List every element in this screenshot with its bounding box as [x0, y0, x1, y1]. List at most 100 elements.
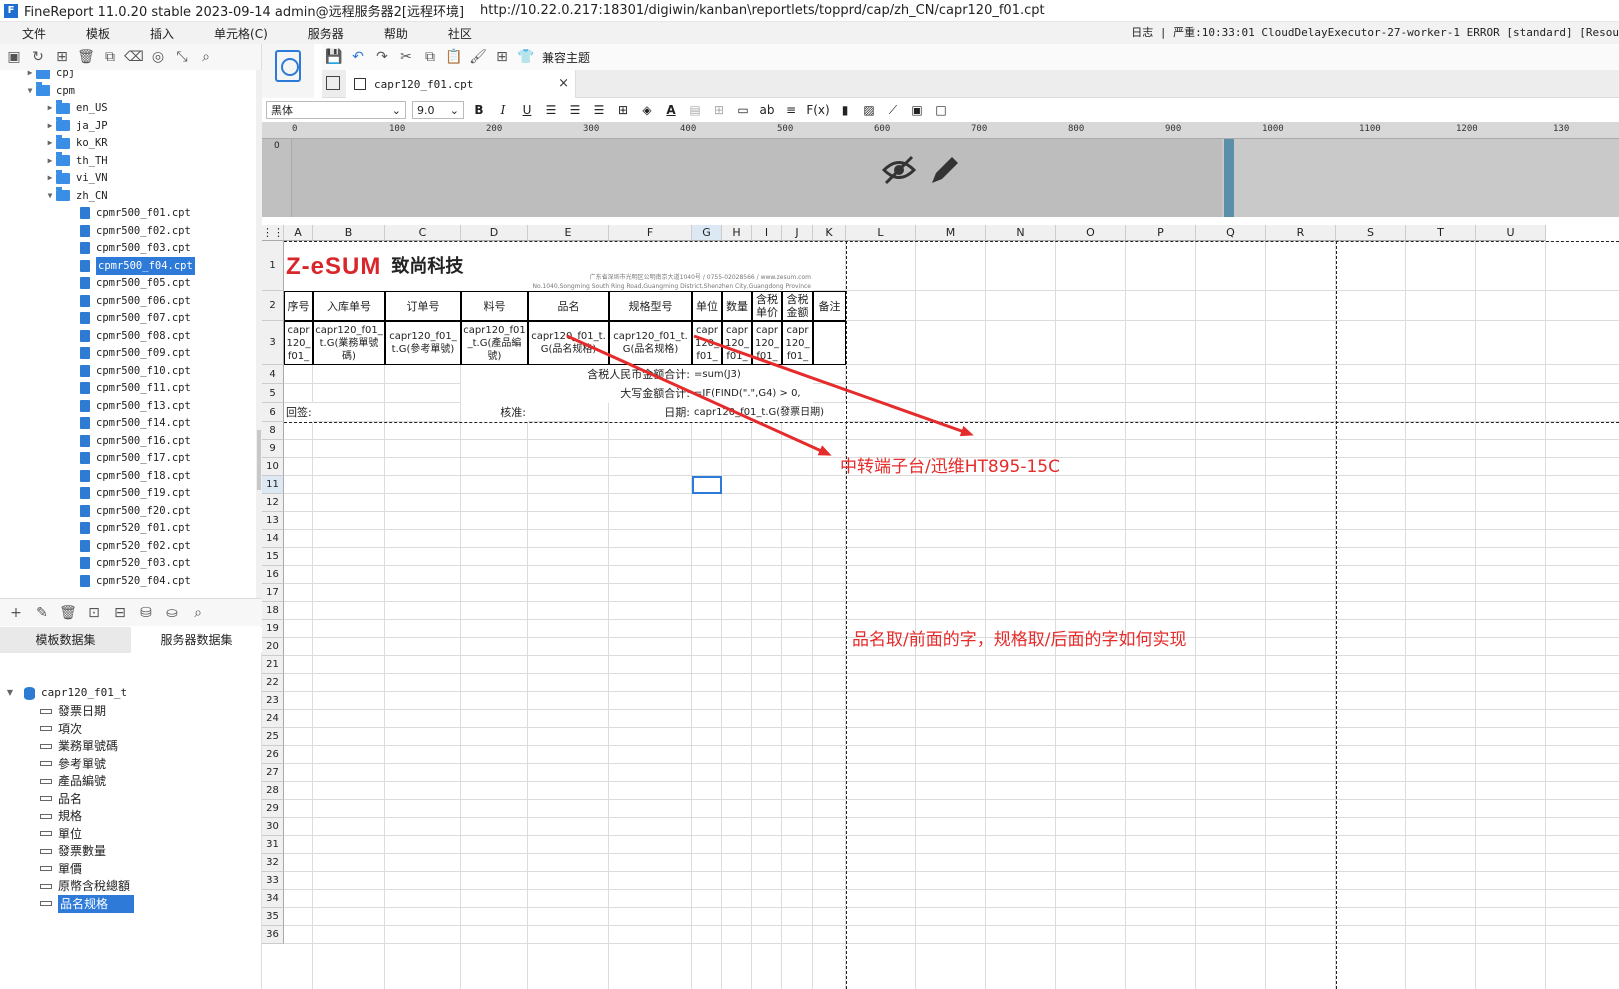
cut-icon[interactable]: ✂ [398, 49, 414, 65]
row-header[interactable]: 35 [262, 908, 284, 926]
column-header[interactable]: H [722, 225, 752, 241]
row-header[interactable]: 14 [262, 530, 284, 548]
column-title-cell[interactable]: 含税单价 [752, 291, 782, 321]
selected-cell[interactable] [692, 476, 722, 494]
menu-help[interactable]: 帮助 [362, 25, 426, 42]
row-header[interactable]: 23 [262, 692, 284, 710]
tree-file[interactable]: cpmr500_f05.cpt [80, 274, 191, 292]
column-header[interactable]: T [1406, 225, 1476, 241]
column-title-cell[interactable]: 品名 [528, 291, 609, 321]
row-header[interactable]: 32 [262, 854, 284, 872]
row-header[interactable]: 18 [262, 602, 284, 620]
font-color-icon[interactable]: A [662, 103, 680, 117]
tree-file[interactable]: cpmr520_f01.cpt [80, 519, 191, 537]
column-header[interactable]: K [813, 225, 846, 241]
tree-folder[interactable]: ▶ th_TH [44, 152, 108, 170]
dataset-field[interactable]: 單價 [40, 860, 82, 878]
menu-insert[interactable]: 插入 [128, 25, 192, 42]
formula-button[interactable]: F(x) [806, 103, 830, 117]
row-header[interactable]: 27 [262, 764, 284, 782]
dataset-field[interactable]: 單位 [40, 825, 82, 843]
tree-file[interactable]: cpmr500_f16.cpt [80, 432, 191, 450]
fill-color-icon[interactable]: ◈ [638, 103, 656, 117]
sign-label[interactable]: 回签: [284, 403, 313, 422]
row-header[interactable]: 10 [262, 458, 284, 476]
preview-icon[interactable]: ⊡ [86, 605, 102, 621]
align-center-icon[interactable]: ☰ [566, 103, 584, 117]
insert-text-icon[interactable]: ▭ [734, 103, 752, 117]
column-title-cell[interactable]: 料号 [461, 291, 528, 321]
data-cell[interactable]: capr120_f01_ [752, 321, 782, 365]
tree-folder[interactable]: ▶ en_US [44, 99, 108, 117]
column-header[interactable]: G [692, 225, 722, 241]
database-icon[interactable]: ⛁ [138, 605, 154, 621]
row-header[interactable]: 33 [262, 872, 284, 890]
hide-and-edit-icons[interactable] [882, 153, 962, 187]
data-cell[interactable]: capr120_f01_ [692, 321, 722, 365]
data-cell[interactable]: capr120_f01_ [722, 321, 752, 365]
parameter-canvas[interactable] [292, 139, 1222, 217]
row-header[interactable]: 21 [262, 656, 284, 674]
subreport-icon[interactable]: ▣ [908, 103, 926, 117]
align-left-icon[interactable]: ☰ [542, 103, 560, 117]
tab-template-datasets[interactable]: 模板数据集 [0, 627, 131, 653]
grid-icon[interactable] [326, 76, 340, 90]
font-select[interactable]: 黑体 ⌄ [266, 101, 406, 119]
data-cell[interactable]: capr120_f01_ [782, 321, 813, 365]
row-header[interactable]: 15 [262, 548, 284, 566]
data-cell-remark[interactable] [813, 321, 846, 365]
row-header[interactable]: 16 [262, 566, 284, 584]
redo-icon[interactable]: ↷ [374, 49, 390, 65]
menu-template[interactable]: 模板 [64, 25, 128, 42]
dataset-field[interactable]: 產品編號 [40, 772, 106, 790]
column-header[interactable]: N [986, 225, 1056, 241]
column-header[interactable]: D [461, 225, 528, 241]
border-style-icon[interactable]: □ [932, 103, 950, 117]
approve-label[interactable]: 核准: [461, 403, 528, 422]
dataset-field[interactable]: 項次 [40, 720, 82, 738]
refresh-icon[interactable]: ↻ [30, 49, 46, 65]
menu-file[interactable]: 文件 [0, 25, 64, 42]
dataset-field[interactable]: 原幣含稅總額 [40, 877, 130, 895]
unmerge-cells-icon[interactable]: ⊞ [710, 103, 728, 117]
column-header[interactable]: J [782, 225, 813, 241]
chevron-right-icon[interactable]: ▶ [44, 152, 56, 170]
tab-capr120-f01[interactable]: capr120_f01.cpt × [346, 70, 576, 98]
tree-file[interactable]: cpmr500_f14.cpt [80, 414, 191, 432]
row-header[interactable]: 25 [262, 728, 284, 746]
data-cell[interactable]: capr120_f01_t.G(品名规格) [609, 321, 692, 365]
column-header[interactable]: P [1126, 225, 1196, 241]
tree-folder[interactable]: ▶ cpj [24, 70, 75, 82]
tree-file[interactable]: cpmr500_f13.cpt [80, 397, 191, 415]
paste-icon[interactable]: 📋 [445, 49, 462, 65]
wrap-icon[interactable]: ≡ [782, 103, 800, 117]
date-formula[interactable]: capr120_f01_t.G(發票日期) [692, 403, 846, 422]
chevron-down-icon[interactable]: ▼ [24, 82, 36, 100]
row-header[interactable]: 5 [262, 384, 284, 403]
search-icon[interactable]: ⌕ [198, 49, 214, 65]
insert-chart-icon[interactable]: ▮ [836, 103, 854, 117]
tree-file[interactable]: cpmr500_f19.cpt [80, 484, 191, 502]
column-header[interactable]: Q [1196, 225, 1266, 241]
row-header[interactable]: 11 [262, 476, 284, 494]
tree-folder[interactable]: ▶ vi_VN [44, 169, 108, 187]
dataset-field[interactable]: 發票數量 [40, 842, 106, 860]
copy-cell-icon[interactable]: ⧉ [422, 49, 438, 65]
font-size-select[interactable]: 9.0 ⌄ [412, 101, 464, 119]
tree-folder[interactable]: ▶ ja_JP [44, 117, 108, 135]
insert-ab-button[interactable]: ab [758, 103, 776, 117]
menu-community[interactable]: 社区 [426, 25, 490, 42]
tree-folder[interactable]: ▼ cpm [24, 82, 75, 100]
column-title-cell[interactable]: 备注 [813, 291, 846, 321]
row-header[interactable]: 28 [262, 782, 284, 800]
tree-file[interactable]: cpmr520_f03.cpt [80, 554, 191, 572]
column-title-cell[interactable]: 数量 [722, 291, 752, 321]
spreadsheet[interactable]: ⋮⋮ A B C D E F G H I J K L M N O P Q R S T U 1 2 3 4 5 6 8 9 10 11 12 13 1… [262, 225, 1619, 989]
report-logo[interactable]: Z-eSUM 致尚科技 [284, 241, 528, 291]
edit-icon[interactable]: ✎ [34, 605, 50, 621]
total-label[interactable]: 含税人民币金额合计: [461, 365, 692, 384]
row-header[interactable]: 29 [262, 800, 284, 818]
column-title-cell[interactable]: 入库单号 [313, 291, 385, 321]
column-header[interactable]: A [284, 225, 313, 241]
param-icon[interactable]: ⊟ [112, 605, 128, 621]
